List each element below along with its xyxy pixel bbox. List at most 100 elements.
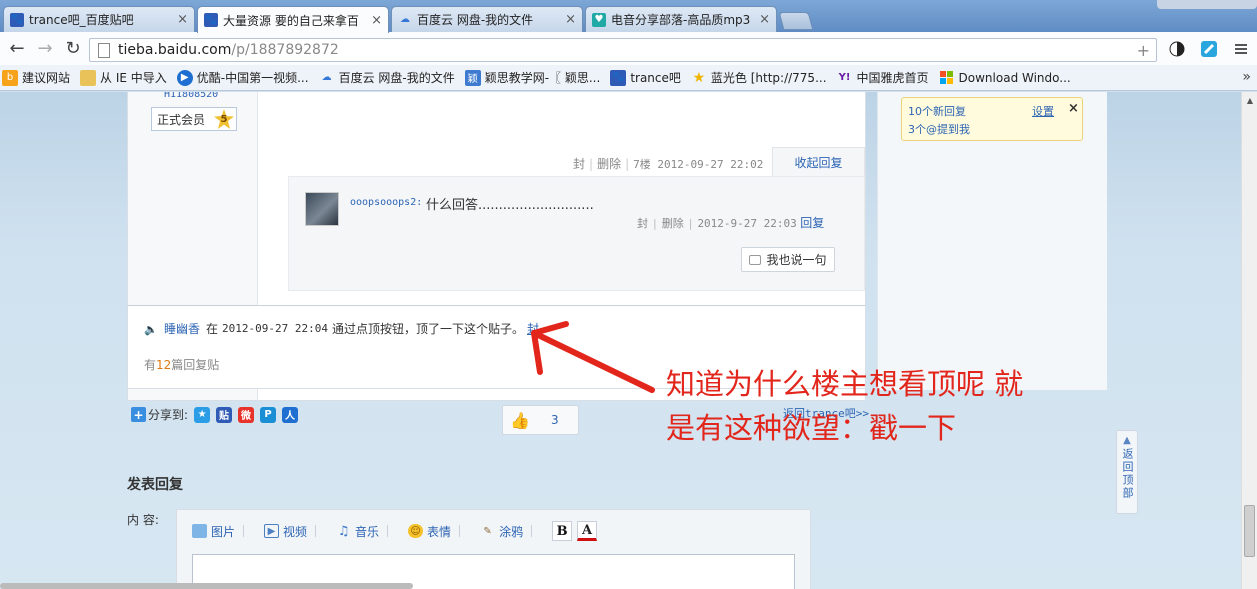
close-icon[interactable]: ×: [1068, 101, 1079, 116]
baidu-cloud-icon: ☁: [321, 72, 332, 83]
doodle-button[interactable]: ✎ 涂鸦: [480, 523, 523, 540]
member-badge-label: 正式会员: [157, 112, 206, 127]
weibo-icon[interactable]: 微: [238, 406, 255, 423]
ding-at-text: 在: [206, 322, 219, 336]
qq-weibo-icon[interactable]: P: [260, 406, 277, 423]
close-icon[interactable]: ×: [565, 12, 576, 27]
insert-image-button[interactable]: 图片: [192, 523, 235, 540]
bookmark-item[interactable]: b 建议网站: [2, 69, 70, 86]
fold-reply-button[interactable]: 收起回复: [772, 147, 865, 177]
bing-icon: b: [2, 69, 18, 86]
bookmark-label: 百度云 网盘-我的文件: [338, 71, 455, 85]
bookmark-item[interactable]: ☁ 百度云 网盘-我的文件: [319, 69, 455, 86]
bookmark-item[interactable]: ★ 蓝光色 [http://775...: [691, 69, 827, 86]
font-color-button[interactable]: A: [577, 521, 598, 541]
close-icon[interactable]: ×: [759, 12, 770, 27]
bookmark-item[interactable]: Y! 中国雅虎首页: [837, 69, 929, 86]
extension-icon[interactable]: [1198, 38, 1220, 60]
bookmarks-bar: b 建议网站 从 IE 中导入 ▶ 优酷-中国第一视频... ☁ 百度云 网盘-我的文…: [0, 65, 1257, 91]
say-something-label: 我也说一句: [766, 253, 827, 267]
editor-toolbar: 图片 ▶ 视频 ♫ 音乐 ☺ 表情 ✎ 涂鸦 B A: [192, 521, 602, 541]
bookmark-item[interactable]: Download Windo...: [939, 70, 1071, 86]
floor-time: 7楼 2012-09-27 22:02: [633, 158, 764, 171]
bookmark-item[interactable]: 🐾 trance吧: [610, 69, 681, 86]
youku-icon: ▶: [176, 69, 193, 86]
star-icon: ★: [692, 69, 706, 86]
bold-button[interactable]: B: [552, 521, 573, 541]
forward-arrow-icon[interactable]: →: [34, 38, 56, 60]
tab-baidu-cloud[interactable]: ☁ 百度云 网盘-我的文件 ×: [391, 6, 583, 32]
ding-user-link[interactable]: 睡幽香: [164, 320, 200, 337]
baidu-paw-icon: 🐾: [204, 13, 218, 27]
back-to-top-label: 返回顶部: [1121, 448, 1134, 500]
baidu-paw-icon: 🐾: [610, 69, 627, 86]
avatar[interactable]: [305, 192, 339, 226]
wrench-menu-icon[interactable]: [1230, 38, 1252, 60]
ying-icon: 颖: [464, 69, 481, 86]
baidu-paw-icon: 🐾: [10, 12, 24, 27]
reply-link[interactable]: 回复: [800, 216, 824, 230]
insert-music-button[interactable]: ♫ 音乐: [336, 523, 379, 540]
ban-link[interactable]: 封: [637, 217, 648, 230]
notify-settings-link[interactable]: 设置: [1032, 103, 1054, 119]
folder-icon: [80, 69, 97, 86]
reply-count: 有12篇回复贴: [144, 356, 219, 373]
speaker-icon: 🔈: [144, 322, 158, 336]
ban-link[interactable]: 封: [573, 157, 585, 171]
heart-shield-icon: ♥: [592, 12, 606, 27]
bookmark-item[interactable]: ▶ 优酷-中国第一视频...: [176, 69, 309, 86]
half-moon-icon[interactable]: [1166, 38, 1188, 60]
ding-ban-link[interactable]: 封: [527, 320, 539, 337]
yahoo-icon: Y!: [838, 72, 851, 83]
annotation-line-2: 是有这种欲望：戳一下: [666, 411, 957, 445]
tab-trance-bar[interactable]: 🐾 trance吧_百度贴吧 ×: [3, 6, 195, 32]
sub-reply-box: ooopsooops2: 什么回答.......................…: [288, 176, 865, 291]
add-bookmark-icon[interactable]: +: [1137, 41, 1150, 60]
qzone-icon[interactable]: ★: [194, 406, 211, 423]
scroll-up-icon[interactable]: ▲: [1242, 92, 1257, 108]
delete-link[interactable]: 删除: [597, 157, 621, 171]
new-tab-button[interactable]: [778, 12, 814, 30]
close-icon[interactable]: ×: [371, 13, 382, 28]
bookmarks-overflow-icon[interactable]: »: [1242, 69, 1251, 85]
tab-title: trance吧_百度贴吧: [29, 13, 134, 27]
back-arrow-icon[interactable]: ←: [6, 38, 28, 60]
bookmark-item[interactable]: 颖颖思教学网-〖 颖思...: [464, 69, 600, 86]
tieba-icon[interactable]: 贴: [216, 406, 233, 423]
say-something-button[interactable]: 我也说一句: [741, 247, 835, 272]
new-replies-link[interactable]: 10个新回复: [908, 103, 966, 119]
like-button[interactable]: 👍 3: [502, 405, 579, 435]
tool-label: 图片: [211, 524, 236, 539]
bookmark-item[interactable]: 从 IE 中导入: [80, 69, 167, 86]
share-plus-icon[interactable]: +: [131, 407, 146, 422]
tab-current-post[interactable]: 🐾 大量资源 要的自己来拿百 ×: [197, 6, 389, 33]
reload-icon[interactable]: ↻: [62, 38, 84, 60]
author-id[interactable]: H11808520: [164, 92, 218, 100]
mentions-link[interactable]: 3个@提到我: [908, 121, 970, 137]
sub-reply-time: 2012-9-27 22:03: [697, 217, 797, 230]
image-icon: [192, 524, 207, 538]
tool-label: 表情: [427, 524, 452, 539]
content-label: 内 容:: [127, 513, 159, 527]
tab-music-share[interactable]: ♥ 电音分享部落-高品质mp3 ×: [585, 6, 777, 32]
share-bar: + 分享到: ★ 贴 微 P 人: [131, 406, 299, 423]
insert-emoticon-button[interactable]: ☺ 表情: [408, 523, 451, 540]
sub-reply-user[interactable]: ooopsooops2:: [350, 197, 422, 208]
sub-reply-text: 什么回答............................: [426, 198, 594, 213]
vertical-scrollbar[interactable]: ▲: [1241, 92, 1257, 589]
comment-icon: [749, 254, 762, 265]
bookmark-label: trance吧: [630, 71, 681, 85]
back-to-top-button[interactable]: ▲ 返回顶部: [1116, 430, 1138, 514]
member-badge[interactable]: 正式会员 5: [151, 107, 237, 131]
reply-count-suffix: 篇回复贴: [171, 358, 220, 372]
renren-icon[interactable]: 人: [282, 406, 299, 423]
close-icon[interactable]: ×: [177, 12, 188, 27]
insert-video-button[interactable]: ▶ 视频: [264, 523, 307, 540]
horizontal-scrollbar[interactable]: [0, 583, 413, 589]
brush-icon: ✎: [483, 525, 492, 537]
scroll-thumb[interactable]: [1244, 505, 1255, 557]
delete-link[interactable]: 删除: [662, 217, 684, 230]
window-controls[interactable]: [1157, 0, 1257, 9]
address-bar[interactable]: tieba.baidu.com/p/1887892872 +: [89, 38, 1157, 62]
video-icon: ▶: [264, 524, 280, 538]
